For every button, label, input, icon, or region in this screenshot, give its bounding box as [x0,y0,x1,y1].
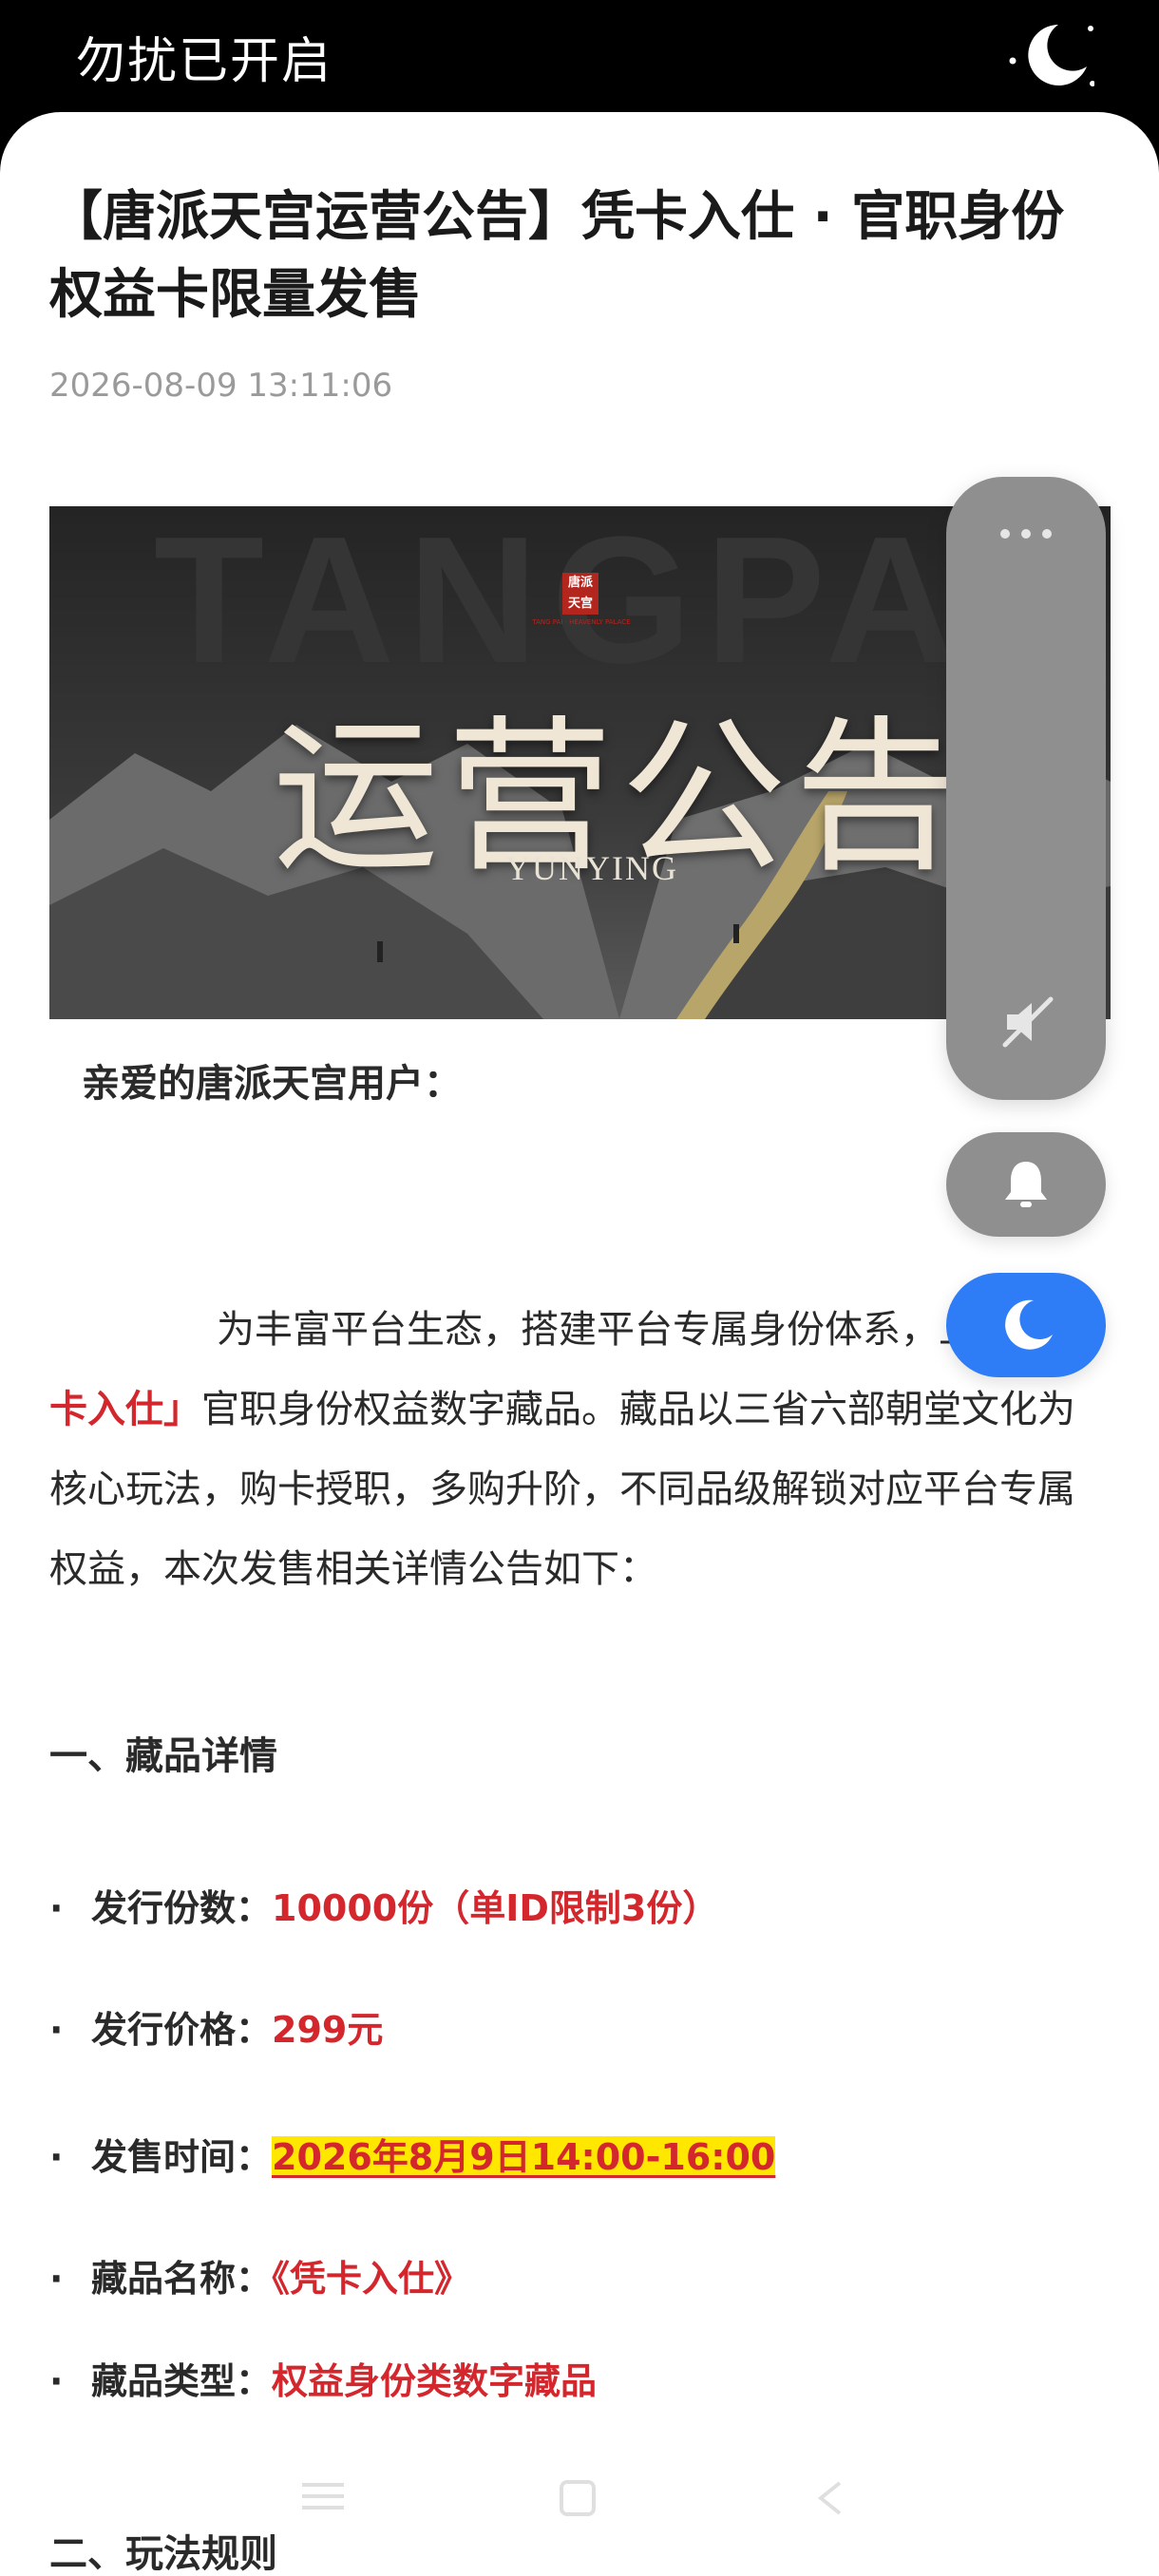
detail-item-type: · 藏品类型：权益身份类数字藏品 [49,2360,598,2402]
more-icon[interactable] [996,524,1056,543]
dnd-status-text: 勿扰已开启 [76,33,333,90]
detail-value: 权益身份类数字藏品 [272,2360,598,2402]
do-not-disturb-button[interactable] [946,1273,1106,1377]
menu-nav-icon[interactable] [302,2479,344,2513]
status-bar: 勿扰已开启 [0,0,1159,114]
back-nav-icon[interactable] [815,2479,844,2517]
greeting: 亲爱的唐派天宫用户： [82,1062,462,1106]
article-title: 【唐派天宫运营公告】凭卡入仕 · 官职身份权益卡限量发售 [49,186,1065,326]
detail-value: 10000份（单ID限制3份） [272,1887,719,1929]
intro-text-1: 为丰富平台生态，搭建平台专属身份体系，上线 [217,1308,1015,1352]
notification-bell-button[interactable] [946,1132,1106,1237]
home-nav-icon[interactable] [559,2479,597,2517]
detail-item-quantity: · 发行份数：10000份（单ID限制3份） [49,1887,719,1929]
detail-label: 发行价格： [91,2009,273,2051]
detail-value: 299元 [272,2009,384,2051]
section-title-details: 一、藏品详情 [49,1734,277,1778]
moon-icon [1005,1299,1053,1350]
detail-label: 藏品名称： [91,2258,273,2300]
detail-item-sale-time: · 发售时间：2026年8月9日14:00-16:00 [49,2136,776,2178]
brand-seal-logo: 唐派天宫 [562,573,598,615]
detail-value: 《凭卡入仕》 [272,2258,471,2300]
mute-icon[interactable] [999,994,1056,1051]
detail-value: 2026年8月9日14:00-16:00 [272,2136,776,2178]
detail-label: 发行份数： [91,1887,273,1929]
intro-paragraph: 为丰富平台生态，搭建平台专属身份体系，上线「凭卡入仕」官职身份权益数字藏品。藏品… [49,1290,1104,1609]
detail-item-name: · 藏品名称：《凭卡入仕》 [49,2258,471,2300]
brand-seal-caption: TANG PAI · HEAVENLY PALACE [532,618,631,626]
bell-icon [1005,1162,1047,1207]
detail-label: 藏品类型： [91,2360,273,2402]
section-title-rules: 二、玩法规则 [49,2532,277,2576]
banner-subtitle: YUNYING [505,849,678,887]
moon-icon [1009,25,1094,86]
detail-item-price: · 发行价格：299元 [49,2009,384,2051]
article-date: 2026-08-09 13:11:06 [49,367,393,405]
detail-label: 发售时间： [91,2136,273,2178]
intro-text-2: 官职身份权益数字藏品。藏品以三省六部朝堂文化为核心玩法，购卡授职，多购升阶，不同… [49,1388,1075,1591]
